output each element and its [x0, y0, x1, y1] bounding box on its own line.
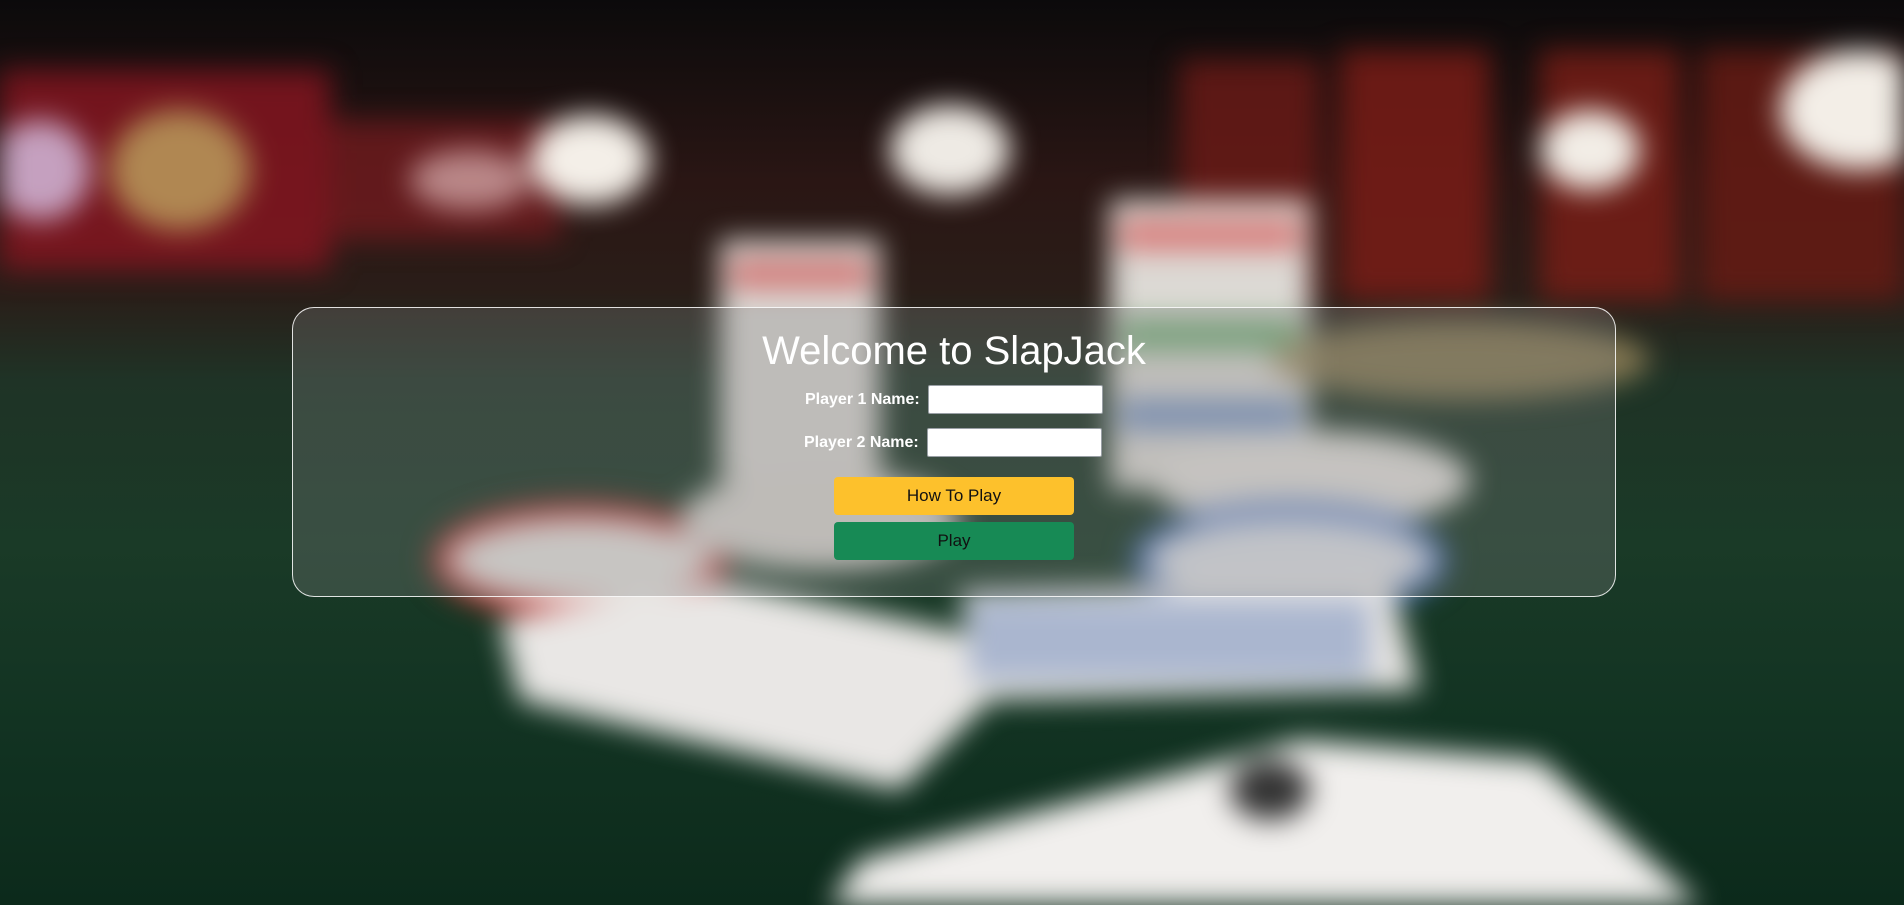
- how-to-play-button[interactable]: How To Play: [834, 477, 1074, 515]
- player2-label: Player 2 Name:: [804, 433, 919, 451]
- play-button[interactable]: Play: [834, 522, 1074, 560]
- player2-row: Player 2 Name:: [804, 428, 1102, 457]
- page-title: Welcome to SlapJack: [762, 329, 1146, 373]
- player1-row: Player 1 Name:: [805, 385, 1103, 414]
- player1-label: Player 1 Name:: [805, 390, 920, 408]
- welcome-panel: Welcome to SlapJack Player 1 Name: Playe…: [292, 307, 1616, 597]
- player1-name-input[interactable]: [927, 385, 1103, 414]
- player2-name-input[interactable]: [926, 428, 1102, 457]
